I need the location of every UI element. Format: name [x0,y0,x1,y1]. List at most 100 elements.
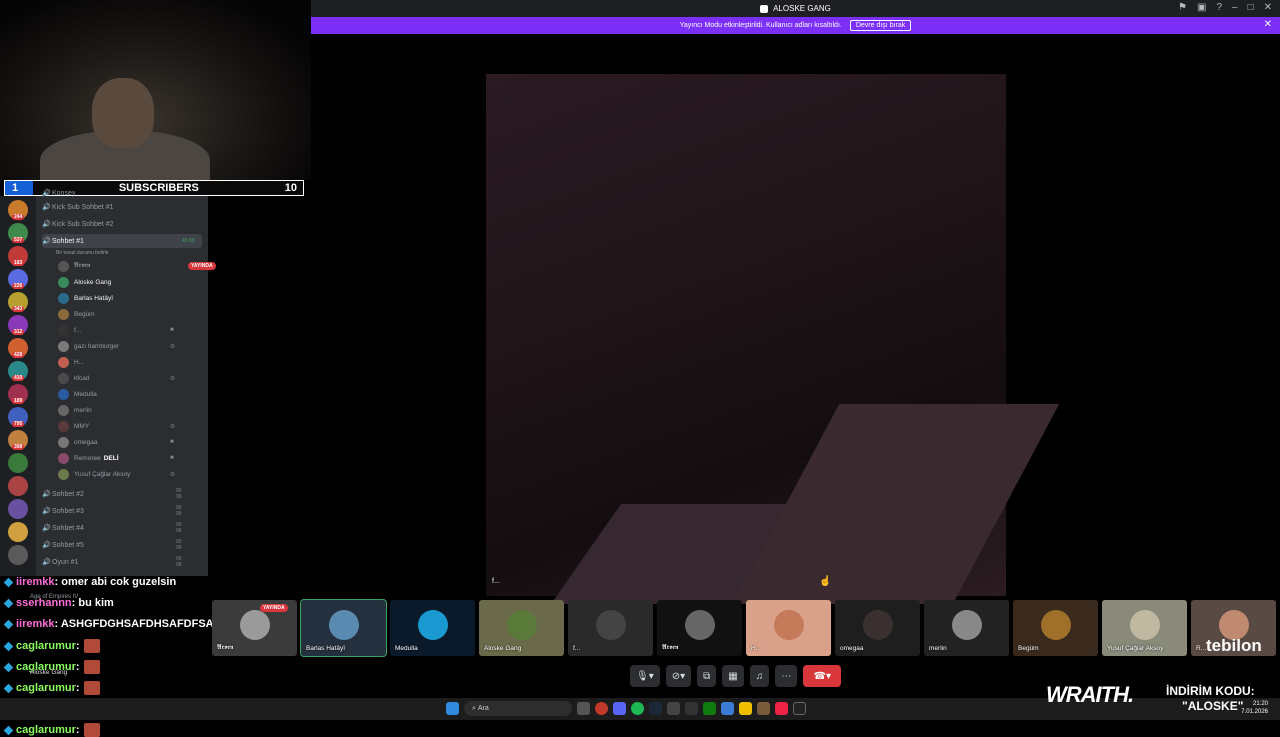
server-icon[interactable]: 308 [8,430,28,450]
voice-channel[interactable]: 🔊 Sohbet #3 00 99 [42,504,182,518]
mention-badge: 183 [12,260,25,266]
channel-konsey[interactable]: 🔊 Konsey [42,186,75,200]
app-icon[interactable] [667,702,680,715]
participant-tile[interactable]: Medulla [390,600,475,656]
inbox-icon[interactable]: ▣ [1197,2,1206,13]
start-icon[interactable] [446,702,459,715]
voice-user[interactable]: kfcad ⊘ [58,371,175,385]
participant-name: Medulla [395,645,418,652]
voice-user[interactable]: 𝕬𝖗𝖛𝖊𝖓 YAYINDA [58,259,216,273]
screenshare-button[interactable]: ⧉ [697,665,717,687]
server-icon[interactable] [8,522,28,542]
voice-user[interactable]: Barlas Hatâyî [58,291,113,305]
voice-user[interactable]: merlin [58,403,92,417]
mute-button[interactable]: 🎙 ▾ [630,665,660,687]
avatar [58,308,69,320]
voice-user[interactable]: Remoree DELİ ■ [58,451,174,465]
opera-icon[interactable] [595,702,608,715]
channel-kick-sub-2[interactable]: 🔊 Kick Sub Sohbet #2 [42,217,114,231]
focused-video[interactable] [486,74,1060,604]
camera-button[interactable]: ⊘ ▾ [665,665,692,687]
participant-tile[interactable]: H... [746,600,831,656]
mention-badge: 244 [12,214,25,220]
pin-icon[interactable]: ⚑ [1178,2,1187,13]
voice-user[interactable]: gazi hamburger ⊘ [58,339,175,353]
badge-icon [3,683,14,693]
participant-tile[interactable]: 𝕬𝖗𝖛𝖊𝖓 YAYINDA [212,600,297,656]
disconnect-button[interactable]: ☎ ▾ [803,665,842,687]
more-button[interactable]: ⋯ [775,665,798,687]
app2-icon[interactable] [757,702,770,715]
voice-user[interactable]: Medulla [58,387,97,401]
server-icon[interactable]: 226 [8,269,28,289]
maximize-icon[interactable]: □ [1248,2,1254,13]
speaker-icon: 🔊 [42,204,51,211]
server-icon[interactable]: 343 [8,292,28,312]
discord-taskbar-icon[interactable] [613,702,626,715]
voice-channel[interactable]: 🔊 Oyun #1 00 08 [42,555,182,569]
participant-tile[interactable]: Aloske Gang [479,600,564,656]
minimize-icon[interactable]: – [1232,2,1238,13]
server-icon[interactable]: 410 [8,361,28,381]
chat-message: caglarumur: [3,723,100,737]
voice-user[interactable]: Begüm [58,307,95,321]
server-icon[interactable]: 183 [8,246,28,266]
voice-user[interactable]: f... ■ [58,323,174,337]
hang-up-icon: ☎ [813,670,826,682]
participant-tile[interactable]: merlin [924,600,1009,656]
server-icon[interactable]: 189 [8,384,28,404]
server-icon[interactable] [8,476,28,496]
avatar [507,610,537,640]
activities-button[interactable]: ▦ [722,665,744,687]
voice-user[interactable]: H... [58,355,84,369]
voice-user[interactable]: Aloske Gang [58,275,111,289]
voice-channel[interactable]: 🔊 Sohbet #2 00 99 [42,487,182,501]
server-icon[interactable]: 428 [8,338,28,358]
channel-kick-sub-1[interactable]: 🔊 Kick Sub Sohbet #1 [42,200,114,214]
server-icon[interactable]: 795 [8,407,28,427]
participant-tile[interactable]: Begüm [1013,600,1098,656]
spotify-icon[interactable] [631,702,644,715]
voice-channel[interactable]: 🔊 Sohbet #5 00 99 [42,538,182,552]
xbox-icon[interactable] [703,702,716,715]
participant-tile[interactable]: 𝕬𝖗𝖛𝖊𝖓 [657,600,742,656]
task-view-icon[interactable] [577,702,590,715]
participant-tile[interactable]: omegaa [835,600,920,656]
participant-tile[interactable]: Yusuf Çağlar Aksoy [1102,600,1187,656]
participant-tile[interactable]: Barlas Hatâyî [300,599,387,657]
soundboard-button[interactable]: ♫ [749,665,770,687]
server-icon[interactable]: 537 [8,223,28,243]
chrome-icon[interactable] [775,702,788,715]
streamer-face [92,78,154,148]
avatar [58,260,69,272]
voice-user[interactable]: Yusuf Çağlar Aksoy ⊘ [58,467,175,481]
participant-name: merlin [929,645,947,652]
server-icon[interactable] [8,453,28,473]
epic-icon[interactable] [685,702,698,715]
steam-icon[interactable] [649,702,662,715]
taskbar-search[interactable]: ⌕ Ara [464,701,572,716]
speaker-icon: 🔊 [42,491,51,498]
folder-icon[interactable] [739,702,752,715]
server-icon[interactable]: 312 [8,315,28,335]
server-icon[interactable] [8,545,28,565]
emote-image [83,723,100,737]
voice-channel[interactable]: 🔊 Sohbet #4 00 99 [42,521,182,535]
mention-badge: 537 [12,237,25,243]
participant-tile[interactable]: f... [568,600,653,656]
close-window-icon[interactable]: ✕ [1264,2,1272,13]
voice-channel-name: Sohbet #2 [52,490,84,498]
voice-user[interactable]: MMY ⊘ [58,419,175,433]
edge-icon[interactable] [721,702,734,715]
participant-name: f... [573,645,581,652]
voice-user[interactable]: omegaa ■ [58,435,174,449]
disable-streamer-mode-button[interactable]: Devre dışı bırak [849,20,912,31]
voice-user-name: Begüm [74,310,95,318]
close-banner-icon[interactable]: ✕ [1264,19,1272,30]
aoe-icon[interactable] [793,702,806,715]
help-icon[interactable]: ? [1216,2,1222,13]
server-icon[interactable] [8,499,28,519]
live-badge: YAYINDA [188,262,216,270]
server-icon[interactable]: 244 [8,200,28,220]
channel-status[interactable]: Bir kanal durumu belirle [56,246,109,260]
